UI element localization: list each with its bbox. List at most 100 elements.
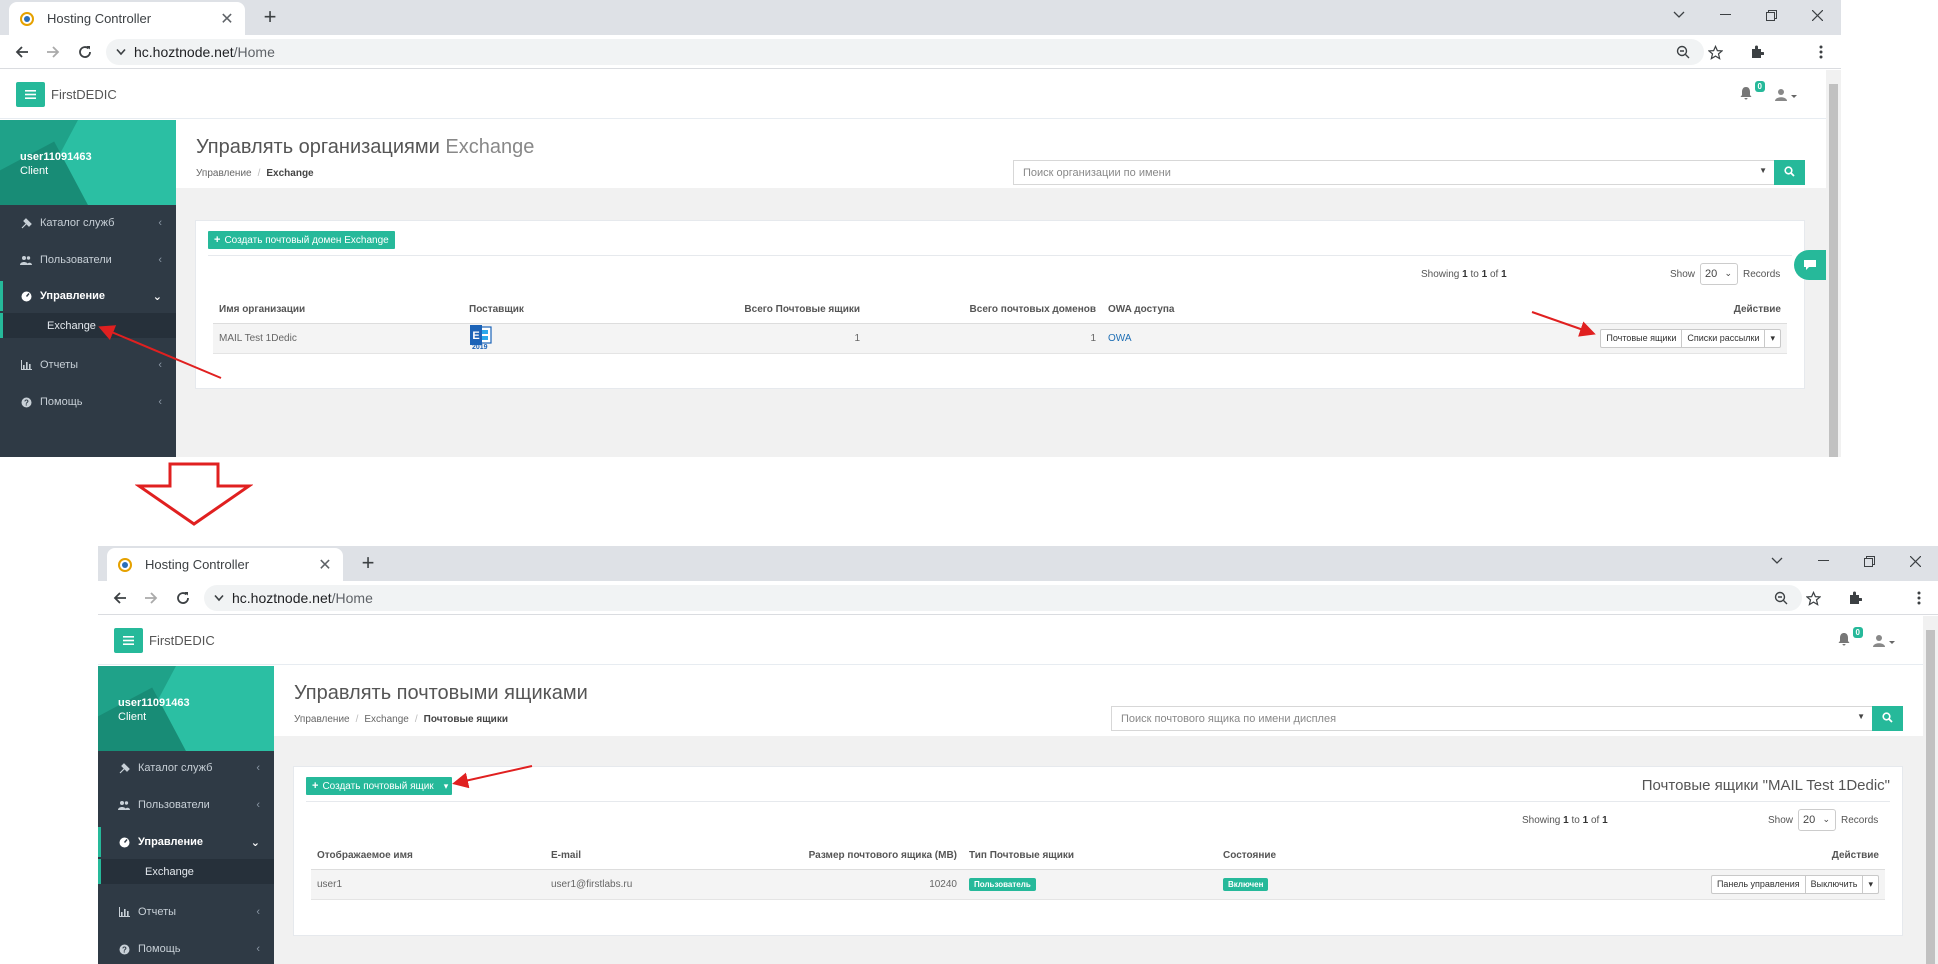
close-window-button[interactable] bbox=[1892, 546, 1938, 576]
column-header[interactable]: Состояние bbox=[1217, 843, 1517, 870]
owa-link[interactable]: OWA bbox=[1102, 323, 1302, 354]
browser-menu-icon[interactable] bbox=[1808, 39, 1834, 65]
forward-icon[interactable] bbox=[138, 585, 164, 611]
back-icon[interactable] bbox=[9, 39, 35, 65]
browser-tab[interactable]: Hosting Controller ✕ bbox=[9, 2, 245, 35]
sidebar-item-service-catalog[interactable]: Каталог служб ‹ bbox=[0, 208, 176, 238]
browser-tab[interactable]: Hosting Controller ✕ bbox=[107, 548, 343, 581]
screen-mailboxes: Hosting Controller ✕ + hc.hoztnode.net /… bbox=[98, 546, 1938, 964]
page-scrollbar[interactable] bbox=[1923, 616, 1938, 964]
zoom-icon[interactable] bbox=[1670, 39, 1696, 65]
restore-button[interactable] bbox=[1846, 546, 1892, 576]
extensions-icon[interactable] bbox=[1744, 39, 1770, 65]
column-header[interactable]: E-mail bbox=[545, 843, 745, 870]
column-header[interactable]: Имя организации bbox=[213, 297, 463, 324]
sidebar-item-users[interactable]: Пользователи ‹ bbox=[98, 790, 274, 820]
mailboxes-button[interactable]: Почтовые ящики bbox=[1601, 329, 1683, 347]
users-icon bbox=[20, 254, 32, 266]
site-info-icon[interactable] bbox=[116, 43, 126, 61]
column-header[interactable]: Всего почтовых доменов bbox=[866, 297, 1102, 324]
menu-toggle-icon[interactable] bbox=[16, 82, 45, 107]
close-window-button[interactable] bbox=[1794, 0, 1840, 30]
bar-chart-icon bbox=[20, 359, 32, 371]
site-info-icon[interactable] bbox=[214, 589, 224, 607]
sidebar-item-help[interactable]: ? Помощь ‹ bbox=[98, 934, 274, 964]
sidebar-item-management[interactable]: Управление ⌄ bbox=[0, 281, 176, 311]
organization-search-input[interactable]: Поиск организации по имени ▼ bbox=[1013, 160, 1775, 185]
chevron-left-icon: ‹ bbox=[158, 254, 162, 266]
users-icon bbox=[118, 799, 130, 811]
address-bar[interactable]: hc.hoztnode.net/Home bbox=[204, 585, 1802, 611]
extensions-icon[interactable] bbox=[1842, 585, 1868, 611]
down-arrow-icon bbox=[135, 462, 253, 526]
new-tab-button[interactable]: + bbox=[256, 5, 284, 31]
reload-icon[interactable] bbox=[72, 39, 98, 65]
notifications-bell-icon[interactable]: 0 bbox=[1838, 627, 1863, 652]
back-icon[interactable] bbox=[107, 585, 133, 611]
page-size-select[interactable]: 20 ⌄ bbox=[1798, 809, 1837, 831]
mailbox-display-name: user1 bbox=[311, 869, 545, 900]
disable-button[interactable]: Выключить bbox=[1806, 875, 1864, 893]
brand-name: FirstDEDIC bbox=[149, 633, 215, 648]
search-button[interactable] bbox=[1872, 706, 1903, 731]
more-actions-caret-icon[interactable]: ▾ bbox=[1863, 876, 1878, 893]
bookmark-star-icon[interactable] bbox=[1800, 585, 1826, 611]
action-button-group: Почтовые ящики Списки рассылки ▾ bbox=[1600, 328, 1781, 348]
new-tab-button[interactable]: + bbox=[354, 551, 382, 577]
forward-icon[interactable] bbox=[40, 39, 66, 65]
page-size-select[interactable]: 20 ⌄ bbox=[1700, 263, 1739, 285]
column-header[interactable]: Отображаемое имя bbox=[311, 843, 545, 870]
more-actions-caret-icon[interactable]: ▾ bbox=[1765, 330, 1780, 347]
site-favicon-icon bbox=[117, 557, 133, 573]
bookmark-star-icon[interactable] bbox=[1702, 39, 1728, 65]
browser-menu-icon[interactable] bbox=[1906, 585, 1932, 611]
column-header[interactable]: Всего Почтовые ящики bbox=[623, 297, 866, 324]
column-header[interactable]: OWA доступа bbox=[1102, 297, 1302, 324]
zoom-icon[interactable] bbox=[1768, 585, 1794, 611]
sidebar-item-service-catalog[interactable]: Каталог служб ‹ bbox=[98, 753, 274, 783]
page-scrollbar[interactable] bbox=[1826, 70, 1841, 457]
search-button[interactable] bbox=[1774, 160, 1805, 185]
close-tab-icon[interactable]: ✕ bbox=[317, 555, 333, 575]
page-title: Управлять организациями Exchange bbox=[196, 136, 535, 158]
scrollbar-thumb[interactable] bbox=[1829, 84, 1838, 457]
chevron-down-icon[interactable]: ▾ bbox=[444, 781, 449, 792]
tab-search-icon[interactable] bbox=[1754, 546, 1800, 576]
user-menu-icon[interactable] bbox=[1873, 634, 1897, 648]
control-panel-button[interactable]: Панель управления bbox=[1712, 875, 1806, 893]
page-size-control: Show 20 ⌄ Records bbox=[1670, 263, 1780, 285]
column-header[interactable]: Тип Почтовые ящики bbox=[963, 843, 1217, 870]
tab-search-icon[interactable] bbox=[1656, 0, 1702, 30]
restore-button[interactable] bbox=[1748, 0, 1794, 30]
breadcrumb-item[interactable]: Exchange bbox=[364, 714, 408, 725]
notification-count-badge: 0 bbox=[1852, 627, 1863, 638]
menu-toggle-icon[interactable] bbox=[114, 628, 143, 653]
minimize-button[interactable] bbox=[1800, 546, 1846, 576]
minimize-button[interactable] bbox=[1702, 0, 1748, 30]
distribution-lists-button[interactable]: Списки рассылки bbox=[1682, 329, 1766, 347]
scrollbar-thumb[interactable] bbox=[1926, 630, 1935, 964]
user-menu-icon[interactable] bbox=[1775, 88, 1799, 102]
breadcrumb-item[interactable]: Управление bbox=[196, 168, 252, 179]
reload-icon[interactable] bbox=[170, 585, 196, 611]
create-exchange-domain-button[interactable]: + Создать почтовый домен Exchange bbox=[208, 231, 395, 249]
notifications-bell-icon[interactable]: 0 bbox=[1740, 81, 1765, 106]
create-mailbox-button[interactable]: + Создать почтовый ящик ▾ bbox=[306, 777, 453, 795]
column-header[interactable]: Поставщик bbox=[463, 297, 623, 324]
sidebar-subitem-exchange[interactable]: Exchange bbox=[0, 313, 176, 338]
sidebar-item-reports[interactable]: Отчеты ‹ bbox=[0, 350, 176, 380]
chat-widget-icon[interactable] bbox=[1794, 250, 1826, 280]
search-icon bbox=[1784, 164, 1795, 182]
mailbox-search-input[interactable]: Поиск почтового ящика по имени дисплея ▼ bbox=[1111, 706, 1873, 731]
breadcrumb-item[interactable]: Управление bbox=[294, 714, 350, 725]
sidebar-item-users[interactable]: Пользователи ‹ bbox=[0, 245, 176, 275]
column-header[interactable]: Размер почтового ящика (MB) bbox=[745, 843, 963, 870]
address-bar[interactable]: hc.hoztnode.net/Home bbox=[106, 39, 1704, 65]
sidebar-item-management[interactable]: Управление ⌄ bbox=[98, 827, 274, 857]
sidebar-item-help[interactable]: ? Помощь ‹ bbox=[0, 387, 176, 417]
main-content: Управлять организациями Exchange Управле… bbox=[176, 120, 1826, 457]
sidebar-subitem-exchange[interactable]: Exchange bbox=[98, 859, 274, 884]
sidebar-item-reports[interactable]: Отчеты ‹ bbox=[98, 897, 274, 927]
actions-cell: Панель управления Выключить ▾ bbox=[1517, 869, 1885, 900]
close-tab-icon[interactable]: ✕ bbox=[219, 9, 235, 29]
